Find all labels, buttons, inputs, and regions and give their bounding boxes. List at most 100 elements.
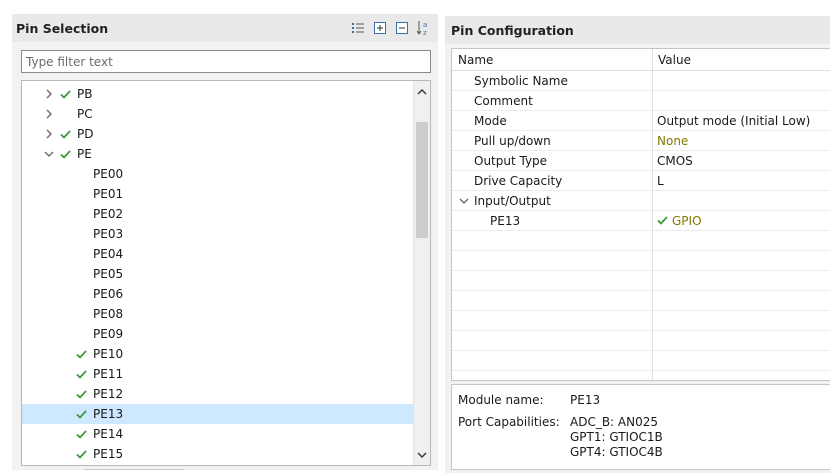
chevron-right-icon[interactable] [44, 104, 54, 124]
tree-node-label: PE13 [93, 407, 124, 421]
pin-tree: PB PC PD PE PE00 PE01 PE02 PE03 PE04 PE05 PE06 PE08… [21, 80, 431, 466]
chevron-down-icon[interactable] [44, 144, 54, 164]
tree-pin-node[interactable]: PE04 [22, 244, 413, 264]
config-row[interactable]: Symbolic Name [452, 71, 830, 91]
config-name: Input/Output [474, 194, 551, 208]
config-row[interactable]: PE13 GPIO [452, 211, 830, 231]
config-value[interactable]: CMOS [657, 151, 693, 171]
pin-selection-header: Pin Selection az [12, 14, 438, 42]
config-value-text: None [657, 134, 689, 148]
tree-node-label: PE09 [93, 327, 124, 341]
tree-pin-node[interactable]: PE10 [22, 344, 413, 364]
module-name-value: PE13 [570, 393, 601, 407]
tree-pin-node[interactable]: PE12 [22, 384, 413, 404]
pin-selection-title: Pin Selection [16, 21, 109, 36]
config-empty-row [452, 371, 830, 380]
port-capability: GPT4: GTIOC4B [570, 445, 663, 459]
tree-node-label: PE05 [93, 267, 124, 281]
check-icon [76, 344, 88, 364]
tree-pin-node[interactable]: PE06 [22, 284, 413, 304]
tree-node-label: PE08 [93, 307, 124, 321]
tree-pin-node[interactable]: PE13 [22, 404, 413, 424]
collapse-all-icon[interactable] [394, 20, 410, 36]
tree-port-node[interactable]: PB [22, 84, 413, 104]
scroll-up-icon[interactable] [414, 83, 430, 99]
tree-pin-node[interactable]: PE09 [22, 324, 413, 344]
expand-all-icon[interactable] [372, 20, 388, 36]
tree-pin-node[interactable]: PE02 [22, 204, 413, 224]
check-icon [76, 424, 88, 444]
tree-node-label: PB [77, 87, 93, 101]
config-row[interactable]: Pull up/down None [452, 131, 830, 151]
column-header-name[interactable]: Name [452, 49, 652, 71]
tree-node-label: PE02 [93, 207, 124, 221]
port-capability: GPT1: GTIOC1B [570, 430, 663, 444]
show-list-icon[interactable] [350, 20, 366, 36]
tree-node-label: PE01 [93, 187, 124, 201]
check-icon [76, 364, 88, 384]
scroll-thumb[interactable] [416, 122, 428, 238]
tree-pin-node[interactable]: PE08 [22, 304, 413, 324]
chevron-right-icon[interactable] [44, 124, 54, 144]
check-icon [76, 384, 88, 404]
config-empty-row [452, 311, 830, 331]
tree-port-node[interactable]: PC [22, 104, 413, 124]
config-name: Output Type [474, 154, 548, 168]
check-icon [76, 444, 88, 464]
port-capabilities-list: ADC_B: AN025 GPT1: GTIOC1B GPT4: GTIOC4B [570, 415, 663, 460]
column-header-value[interactable]: Value [652, 49, 830, 71]
config-empty-row [452, 271, 830, 291]
check-icon [60, 84, 72, 104]
config-empty-row [452, 351, 830, 371]
sort-alpha-icon[interactable]: az [416, 20, 432, 37]
config-value-text: L [657, 174, 664, 188]
tree-node-label: PE00 [93, 167, 124, 181]
tree-pin-node[interactable]: PE03 [22, 224, 413, 244]
tree-node-label: PE12 [93, 387, 124, 401]
config-value-text: CMOS [657, 154, 693, 168]
config-row[interactable]: Mode Output mode (Initial Low) [452, 111, 830, 131]
config-value[interactable]: Output mode (Initial Low) [657, 111, 810, 131]
config-row[interactable]: Output Type CMOS [452, 151, 830, 171]
config-value[interactable]: GPIO [657, 211, 702, 231]
config-name: Mode [474, 114, 507, 128]
chevron-right-icon[interactable] [44, 84, 54, 104]
config-row[interactable]: Input/Output [452, 191, 830, 211]
config-row[interactable]: Comment [452, 91, 830, 111]
config-value[interactable]: L [657, 171, 664, 191]
module-info-box: Module name: PE13 Port Capabilities: ADC… [451, 384, 830, 470]
tree-port-node[interactable]: PE [22, 144, 413, 164]
check-icon [657, 211, 668, 231]
check-icon [60, 124, 72, 144]
config-empty-row [452, 251, 830, 271]
tree-node-label: PE04 [93, 247, 124, 261]
tree-pin-node[interactable]: PE05 [22, 264, 413, 284]
pin-selection-panel: Pin Selection az PB PC PD PE PE00 PE01 PE02 PE0… [12, 14, 438, 470]
tree-pin-node[interactable]: PE00 [22, 164, 413, 184]
tree-pin-node[interactable]: PE14 [22, 424, 413, 444]
config-row[interactable]: Drive Capacity L [452, 171, 830, 191]
config-name: Symbolic Name [474, 74, 568, 88]
pin-configuration-panel: Pin Configuration Name Value Symbolic Na… [445, 16, 830, 473]
tree-scrollbar[interactable] [413, 81, 430, 465]
tree-pin-node[interactable]: PE01 [22, 184, 413, 204]
port-capabilities-label: Port Capabilities: [458, 415, 560, 429]
tree-node-label: PE15 [93, 447, 124, 461]
config-value[interactable]: None [657, 131, 688, 151]
config-empty-row [452, 291, 830, 311]
pin-configuration-title: Pin Configuration [451, 23, 574, 38]
config-value-text: GPIO [672, 214, 702, 228]
pin-configuration-header: Pin Configuration [445, 16, 830, 44]
svg-text:a: a [423, 21, 427, 29]
tree-port-node[interactable]: PD [22, 124, 413, 144]
tree-pin-node[interactable]: PE15 [22, 444, 413, 464]
tree-node-label: PE10 [93, 347, 124, 361]
chevron-down-icon[interactable] [459, 191, 469, 211]
tree-node-label: PC [77, 107, 93, 121]
filter-input[interactable] [21, 50, 431, 73]
check-icon [60, 144, 72, 164]
check-icon [76, 404, 88, 424]
config-name: Drive Capacity [474, 174, 563, 188]
tree-pin-node[interactable]: PE11 [22, 364, 413, 384]
scroll-down-icon[interactable] [414, 447, 430, 463]
